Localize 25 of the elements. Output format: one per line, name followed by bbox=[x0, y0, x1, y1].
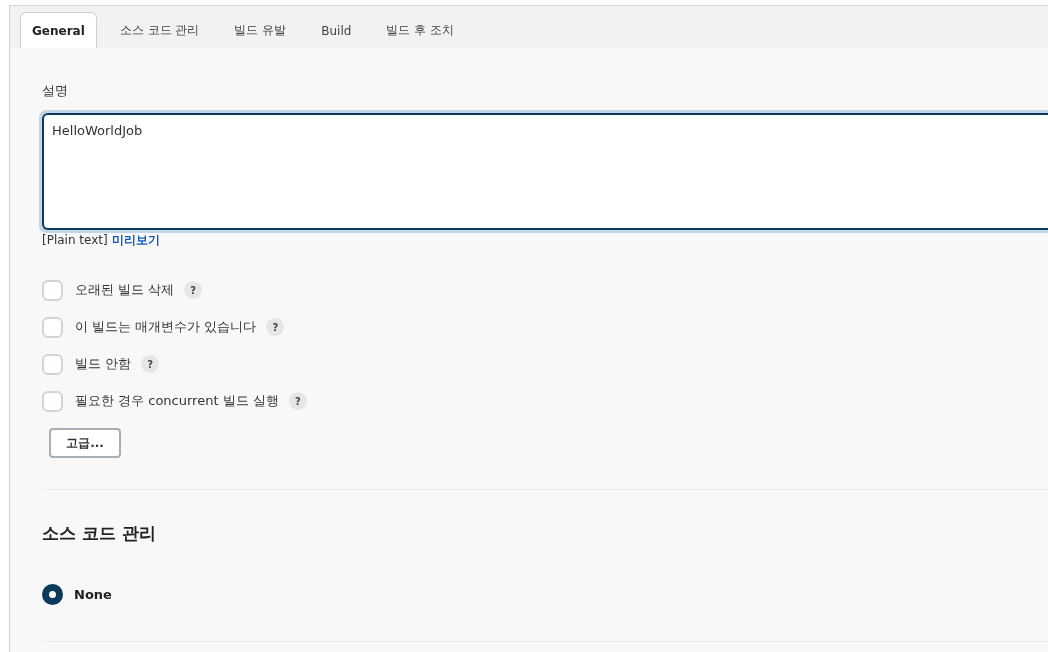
checkbox[interactable] bbox=[42, 316, 63, 338]
field-label: 설명 bbox=[42, 82, 68, 100]
radio-label: None bbox=[74, 586, 112, 602]
checkbox[interactable] bbox=[42, 353, 63, 375]
checkbox-label: 오래된 빌드 삭제 bbox=[75, 281, 175, 299]
tab[interactable]: Build bbox=[309, 12, 364, 48]
preview-link[interactable]: 미리보기 bbox=[111, 231, 160, 249]
checkbox-label: 필요한 경우 concurrent 빌드 실행 bbox=[75, 392, 279, 410]
help-button[interactable]: ? bbox=[141, 355, 160, 373]
description-field[interactable]: HelloWorldJob bbox=[42, 113, 1048, 230]
help-button[interactable]: ? bbox=[288, 392, 307, 410]
advanced-button[interactable]: 고급... bbox=[49, 428, 121, 458]
checkbox[interactable] bbox=[42, 279, 63, 301]
checkbox-label: 빌드 안함 bbox=[75, 355, 132, 373]
checkbox-label: 이 빌드는 매개변수가 있습니다 bbox=[75, 318, 257, 336]
tab[interactable]: General bbox=[20, 12, 97, 48]
tab[interactable]: 빌드 후 조치 bbox=[374, 12, 467, 48]
section-heading: 소스 코드 관리 bbox=[42, 522, 156, 545]
radio-button[interactable] bbox=[42, 583, 63, 605]
tab[interactable]: 빌드 유발 bbox=[222, 12, 299, 48]
format-note: [Plain text] bbox=[42, 232, 108, 249]
help-button[interactable]: ? bbox=[266, 318, 285, 336]
tab[interactable]: 소스 코드 관리 bbox=[107, 12, 212, 48]
help-button[interactable]: ? bbox=[184, 281, 203, 299]
checkbox[interactable] bbox=[42, 390, 63, 412]
